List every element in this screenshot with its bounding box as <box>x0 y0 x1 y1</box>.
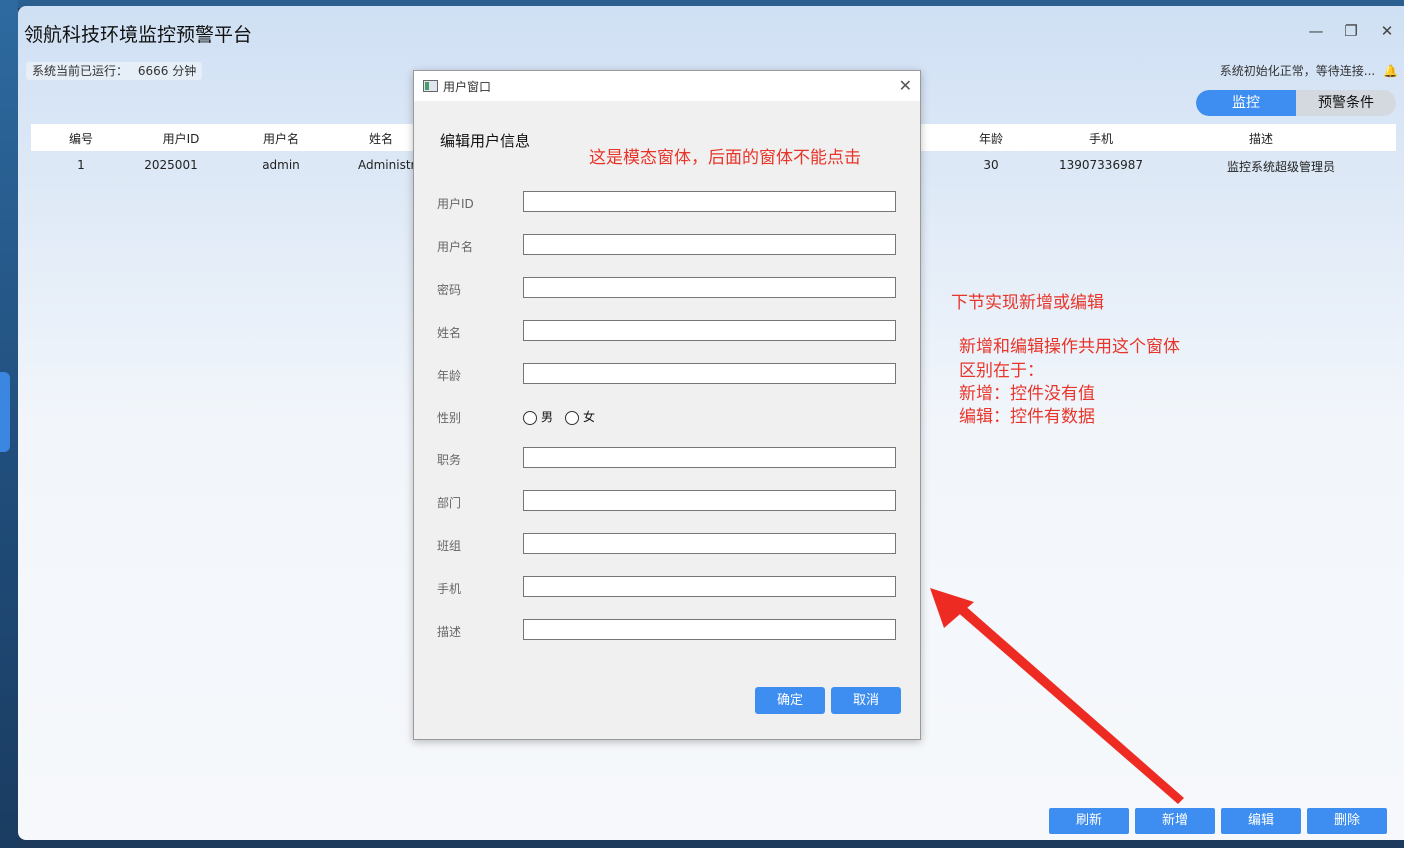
window-icon <box>423 80 438 92</box>
annotation-modal-note: 这是模态窗体，后面的窗体不能点击 <box>589 148 861 168</box>
modal-close-icon[interactable]: ✕ <box>899 76 912 95</box>
user-modal: 用户窗口 ✕ 编辑用户信息 这是模态窗体，后面的窗体不能点击 用户ID 用户名 … <box>413 70 921 740</box>
label-gender: 性别 <box>437 411 462 425</box>
ok-button[interactable]: 确定 <box>755 687 825 714</box>
password-input[interactable] <box>523 277 896 298</box>
gender-male-radio[interactable]: 男 <box>523 408 553 425</box>
label-position: 职务 <box>437 453 462 467</box>
label-user-id: 用户ID <box>437 197 474 211</box>
modal-title-bar[interactable]: 用户窗口 ✕ <box>414 71 920 101</box>
radio-circle-icon[interactable] <box>523 410 537 425</box>
label-age: 年龄 <box>437 369 462 383</box>
radio-circle-icon[interactable] <box>565 410 579 425</box>
department-input[interactable] <box>523 490 896 511</box>
name-input[interactable] <box>523 320 896 341</box>
phone-input[interactable] <box>523 576 896 597</box>
description-input[interactable] <box>523 619 896 640</box>
label-description: 描述 <box>437 625 462 639</box>
gender-female-radio[interactable]: 女 <box>565 408 595 425</box>
cancel-button[interactable]: 取消 <box>831 687 901 714</box>
position-input[interactable] <box>523 447 896 468</box>
label-username: 用户名 <box>437 240 474 254</box>
label-name: 姓名 <box>437 326 462 340</box>
user-id-input[interactable] <box>523 191 896 212</box>
username-input[interactable] <box>523 234 896 255</box>
arrow-shaft <box>955 603 1184 804</box>
modal-title: 用户窗口 <box>443 80 492 94</box>
label-department: 部门 <box>437 496 462 510</box>
gender-male-label: 男 <box>541 410 554 424</box>
label-password: 密码 <box>437 283 462 297</box>
age-input[interactable] <box>523 363 896 384</box>
form-heading: 编辑用户信息 <box>440 132 531 150</box>
team-input[interactable] <box>523 533 896 554</box>
label-phone: 手机 <box>437 582 462 596</box>
label-team: 班组 <box>437 539 462 553</box>
gender-female-label: 女 <box>583 410 596 424</box>
